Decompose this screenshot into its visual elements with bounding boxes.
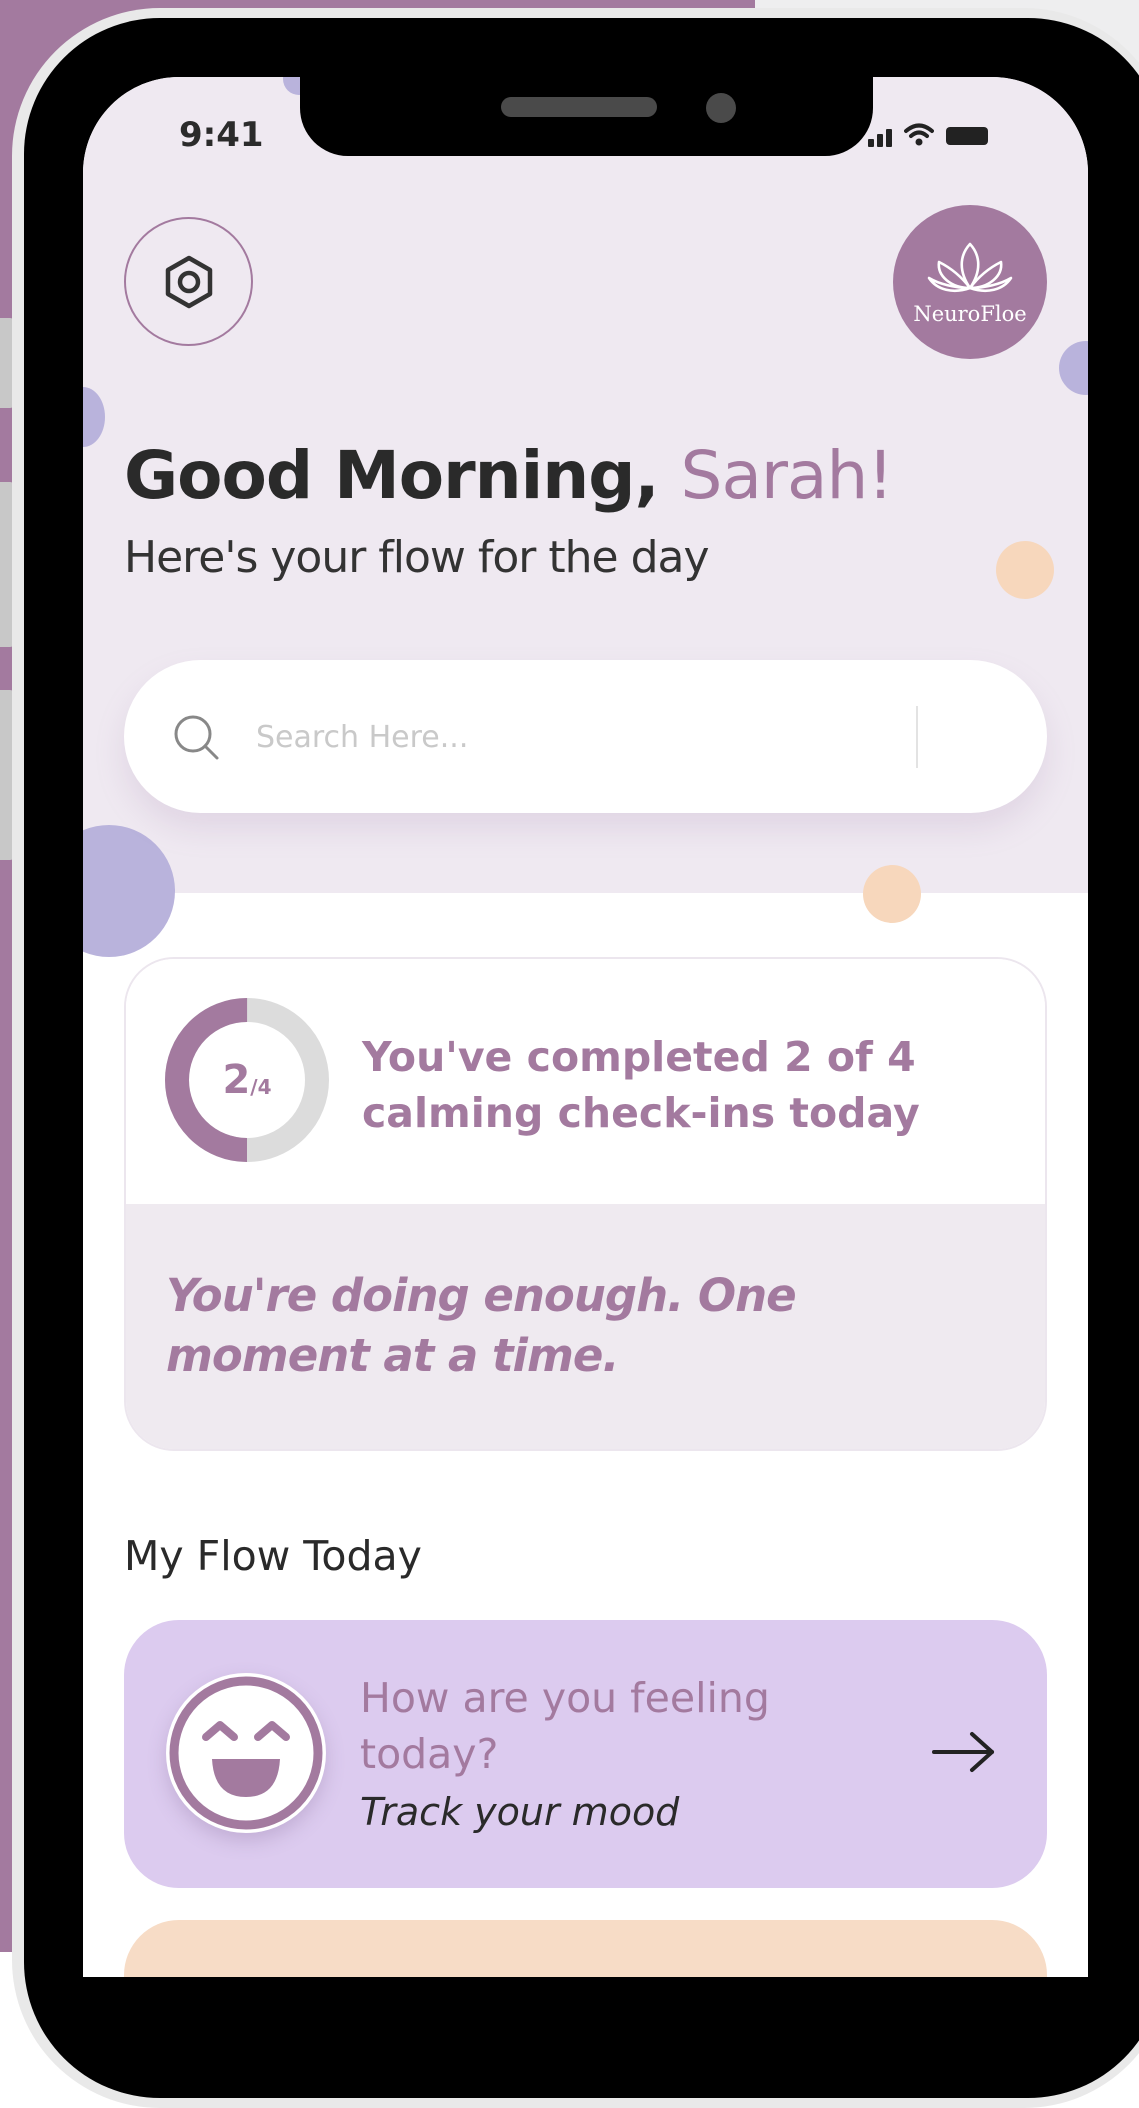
hexagon-settings-icon (165, 255, 212, 308)
greeting-heading: Good Morning, Sarah! (124, 437, 894, 514)
search-input[interactable] (254, 706, 858, 768)
greeting-text: Good Morning, (124, 437, 660, 514)
status-time: 9:41 (179, 115, 264, 155)
decor-dot (1059, 341, 1088, 395)
progress-summary: 2 /4 You've completed 2 of 4 calming che… (126, 959, 1045, 1204)
search-divider (916, 706, 918, 768)
progress-count: 2 (222, 1057, 251, 1103)
app-screen: 9:41 NeuroFloe Good Morning, Sarah! Here… (83, 77, 1088, 1977)
greeting-subtitle: Here's your flow for the day (124, 532, 709, 583)
header-area: 9:41 NeuroFloe Good Morning, Sarah! Here… (83, 77, 1088, 957)
wifi-icon (904, 123, 934, 146)
mood-tracker-card[interactable]: How are you feeling today? Track your mo… (124, 1620, 1047, 1888)
decor-dot (83, 825, 175, 957)
progress-card[interactable]: 2 /4 You've completed 2 of 4 calming che… (124, 957, 1047, 1451)
decor-dot (83, 387, 105, 447)
search-icon (174, 715, 219, 760)
battery-icon (946, 127, 988, 145)
user-name: Sarah! (680, 437, 894, 514)
logo-text: NeuroFloe (913, 302, 1027, 326)
progress-ring-label: 2 /4 (164, 997, 330, 1163)
search-bar[interactable] (124, 660, 1047, 813)
notch-speaker (501, 97, 657, 117)
mood-face-badge (166, 1673, 326, 1833)
flow-card-next[interactable] (124, 1920, 1047, 1977)
decor-dot (996, 541, 1054, 599)
encouragement-text: You're doing enough. One moment at a tim… (166, 1269, 797, 1382)
section-title-my-flow: My Flow Today (124, 1532, 422, 1580)
smiling-face-icon (169, 1676, 323, 1830)
encouragement-panel: You're doing enough. One moment at a tim… (126, 1204, 1045, 1449)
arrow-right-icon[interactable] (932, 1730, 996, 1774)
mood-card-title: How are you feeling today? (360, 1674, 770, 1778)
brand-logo: NeuroFloe (893, 205, 1047, 359)
progress-text: You've completed 2 of 4 calming check-in… (362, 1033, 920, 1137)
progress-total: /4 (250, 1075, 272, 1099)
notch-camera (706, 93, 736, 123)
settings-button[interactable] (124, 217, 253, 346)
phone-notch (300, 77, 873, 156)
status-icons (868, 121, 988, 147)
signal-icon (868, 125, 892, 147)
decor-dot (863, 865, 921, 923)
lotus-icon (927, 242, 1013, 292)
mood-card-subtitle: Track your mood (360, 1790, 680, 1834)
